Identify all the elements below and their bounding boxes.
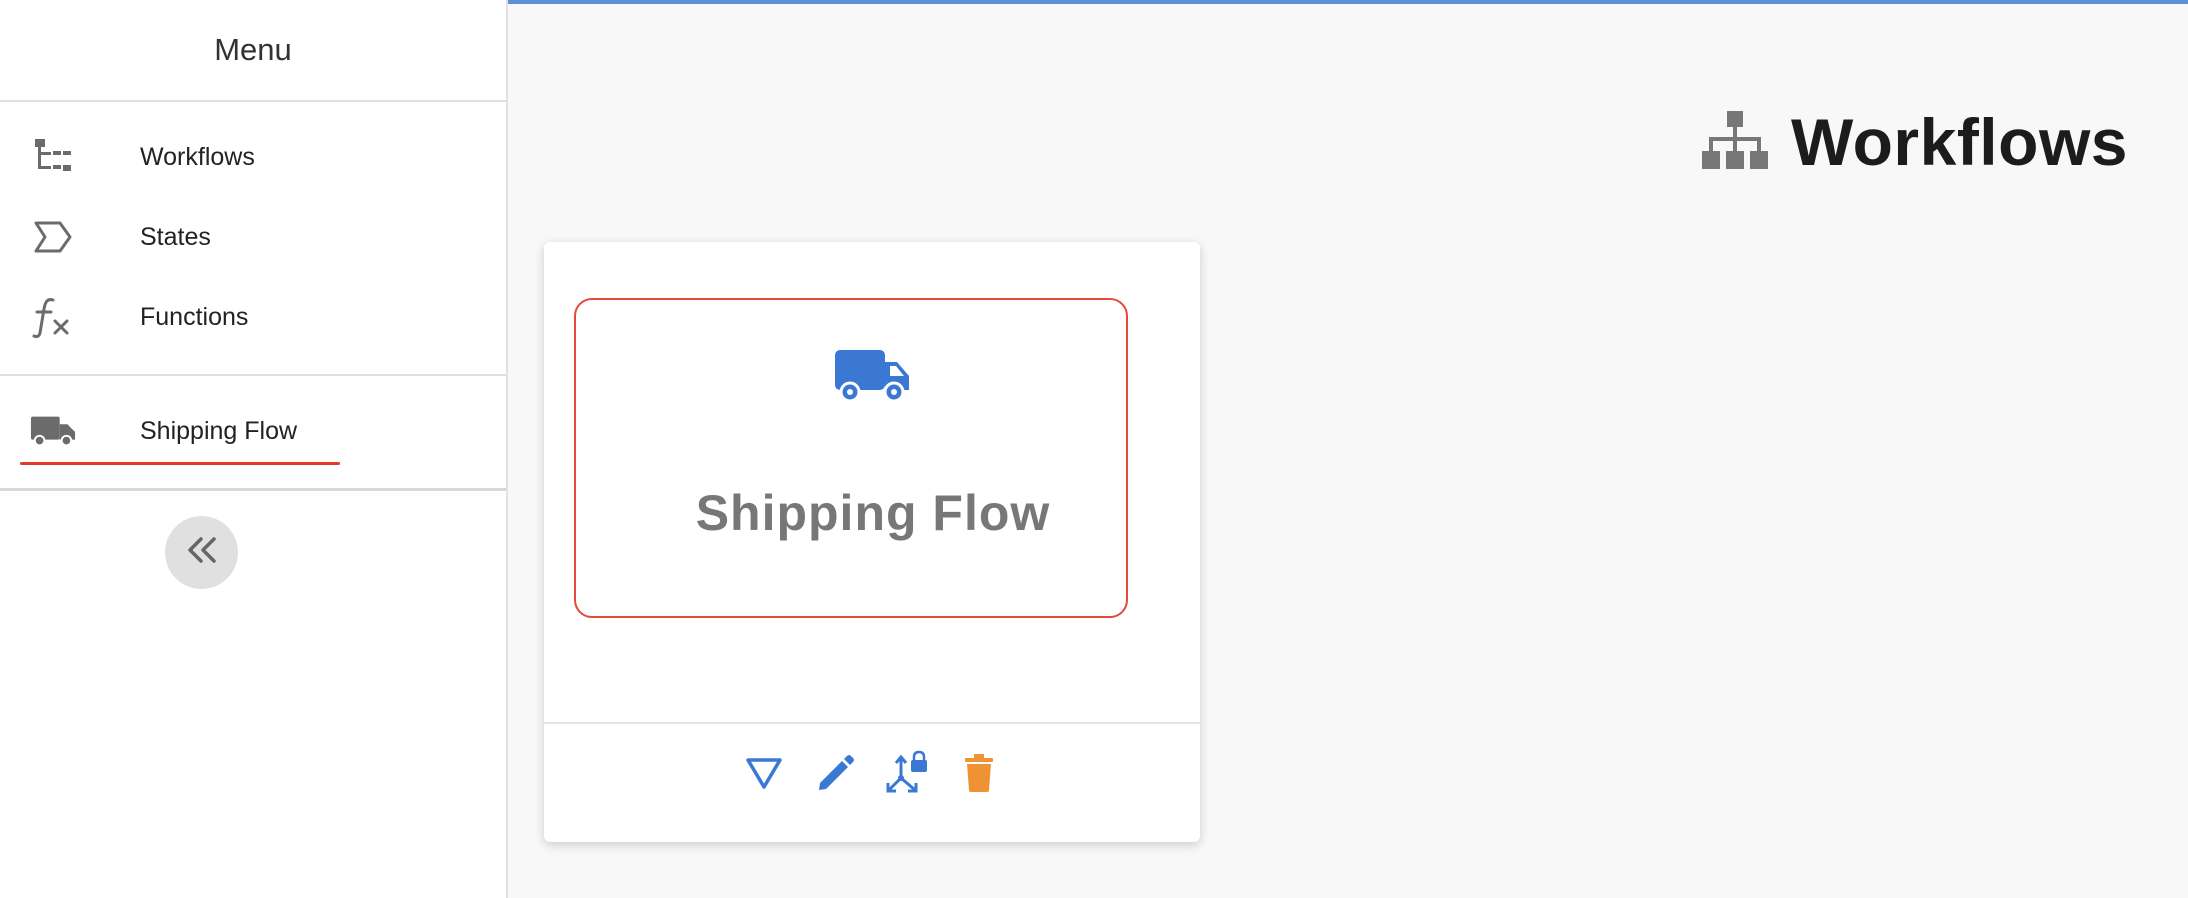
card-footer-divider [544, 722, 1200, 724]
pencil-icon [816, 753, 856, 798]
sidebar-item-functions[interactable]: Functions [0, 282, 506, 352]
page-title: Workflows [1791, 105, 2128, 179]
truck-icon [30, 408, 76, 454]
workflow-card: Shipping Flow [544, 242, 1200, 842]
active-item-underline [20, 462, 340, 465]
workflow-tree-icon [30, 134, 76, 180]
delete-button[interactable] [956, 752, 1002, 798]
page-header: Workflows [1701, 104, 2128, 180]
function-fx-icon [30, 294, 76, 340]
permissions-button[interactable] [884, 750, 930, 801]
lock-branch-icon [885, 750, 929, 801]
triangle-down-icon [745, 756, 783, 795]
sidebar: Menu Workflows States Functions Shipping… [0, 0, 508, 898]
sidebar-divider [0, 374, 506, 376]
edit-button[interactable] [813, 752, 859, 798]
state-tag-icon [30, 214, 76, 260]
menu-title: Menu [0, 0, 506, 102]
collapse-sidebar-button[interactable] [165, 516, 238, 589]
sidebar-item-label: States [140, 222, 211, 251]
truck-icon [834, 348, 910, 409]
sidebar-item-label: Workflows [140, 142, 255, 171]
double-chevron-left-icon [185, 535, 219, 570]
sitemap-icon [1701, 109, 1769, 176]
sidebar-item-label: Shipping Flow [140, 416, 298, 445]
workflow-card-title: Shipping Flow [695, 485, 1051, 541]
filter-button[interactable] [741, 752, 787, 798]
workflow-card-body[interactable]: Shipping Flow [574, 298, 1128, 618]
sidebar-item-workflows[interactable]: Workflows [0, 122, 506, 192]
sidebar-item-states[interactable]: States [0, 202, 506, 272]
trash-icon [964, 753, 994, 798]
sidebar-item-label: Functions [140, 302, 249, 331]
sidebar-item-shipping-flow[interactable]: Shipping Flow [0, 396, 506, 466]
sidebar-divider [0, 488, 506, 491]
